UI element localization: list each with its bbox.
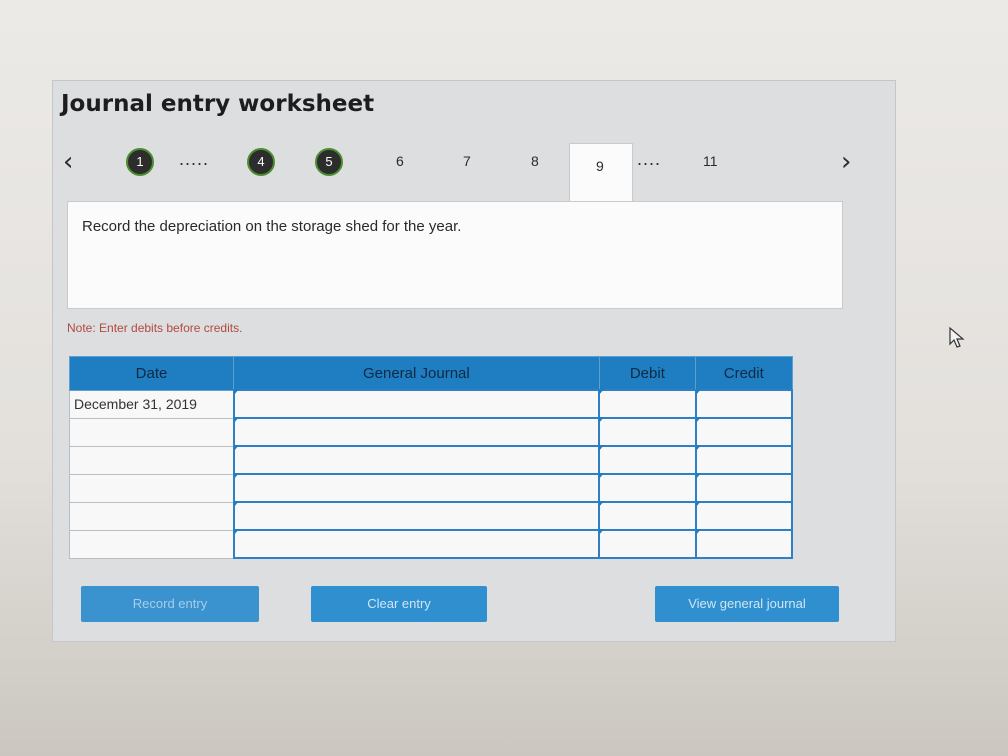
account-input[interactable] xyxy=(232,389,601,419)
step-4-button[interactable]: 4 xyxy=(247,148,275,176)
table-row xyxy=(68,501,794,531)
table-row: December 31, 2019 xyxy=(68,389,794,419)
credit-input[interactable] xyxy=(694,529,794,559)
debit-header: Debit xyxy=(598,356,697,391)
step-1-button[interactable]: 1 xyxy=(126,148,154,176)
table-row xyxy=(68,417,794,447)
debit-input[interactable] xyxy=(598,501,697,531)
chevron-right-icon[interactable]: › xyxy=(841,147,851,177)
account-input[interactable] xyxy=(232,473,601,503)
note-text: Note: Enter debits before credits. xyxy=(67,321,243,335)
journal-header-row: Date General Journal Debit Credit xyxy=(68,356,793,391)
account-input[interactable] xyxy=(232,445,601,475)
step-9-current-tab[interactable]: 9 xyxy=(569,143,633,204)
table-row xyxy=(68,473,794,503)
debit-input[interactable] xyxy=(598,529,697,559)
table-row xyxy=(68,529,794,559)
credit-header: Credit xyxy=(695,356,793,391)
date-cell xyxy=(68,417,235,447)
step-navigation: ‹ 1 ..... 4 5 6 7 8 9 .... 11 › xyxy=(53,143,895,204)
screen-background: Journal entry worksheet ‹ 1 ..... 4 5 6 … xyxy=(0,0,1008,756)
mouse-cursor-icon xyxy=(949,326,965,348)
view-general-journal-button[interactable]: View general journal xyxy=(655,586,839,622)
question-box: Record the depreciation on the storage s… xyxy=(67,201,843,309)
debit-input[interactable] xyxy=(598,445,697,475)
table-row xyxy=(68,445,794,475)
step-7-button[interactable]: 7 xyxy=(463,153,471,169)
step-9-label: 9 xyxy=(596,158,604,174)
record-entry-button[interactable]: Record entry xyxy=(81,586,259,622)
question-text: Record the depreciation on the storage s… xyxy=(82,218,462,235)
credit-input[interactable] xyxy=(694,473,794,503)
account-input[interactable] xyxy=(232,417,601,447)
credit-input[interactable] xyxy=(694,501,794,531)
step-ellipsis-1: ..... xyxy=(179,149,210,169)
date-cell xyxy=(68,473,235,503)
step-5-button[interactable]: 5 xyxy=(315,148,343,176)
credit-input[interactable] xyxy=(694,389,794,419)
step-6-button[interactable]: 6 xyxy=(396,153,404,169)
step-ellipsis-2: .... xyxy=(637,149,662,169)
debit-input[interactable] xyxy=(598,389,697,419)
account-input[interactable] xyxy=(232,501,601,531)
credit-input[interactable] xyxy=(694,417,794,447)
date-header: Date xyxy=(68,356,235,391)
account-input[interactable] xyxy=(232,529,601,559)
debit-input[interactable] xyxy=(598,417,697,447)
date-cell: December 31, 2019 xyxy=(68,389,235,419)
date-cell xyxy=(68,529,235,559)
step-11-button[interactable]: 11 xyxy=(703,153,718,169)
chevron-left-icon[interactable]: ‹ xyxy=(63,147,73,177)
debit-input[interactable] xyxy=(598,473,697,503)
page-title: Journal entry worksheet xyxy=(61,91,375,117)
journal-table: Date General Journal Debit Credit Decemb… xyxy=(68,356,794,559)
clear-entry-button[interactable]: Clear entry xyxy=(311,586,487,622)
date-cell xyxy=(68,445,235,475)
general-journal-header: General Journal xyxy=(233,356,600,391)
worksheet-panel: Journal entry worksheet ‹ 1 ..... 4 5 6 … xyxy=(52,80,896,642)
step-8-button[interactable]: 8 xyxy=(531,153,539,169)
date-cell xyxy=(68,501,235,531)
credit-input[interactable] xyxy=(694,445,794,475)
